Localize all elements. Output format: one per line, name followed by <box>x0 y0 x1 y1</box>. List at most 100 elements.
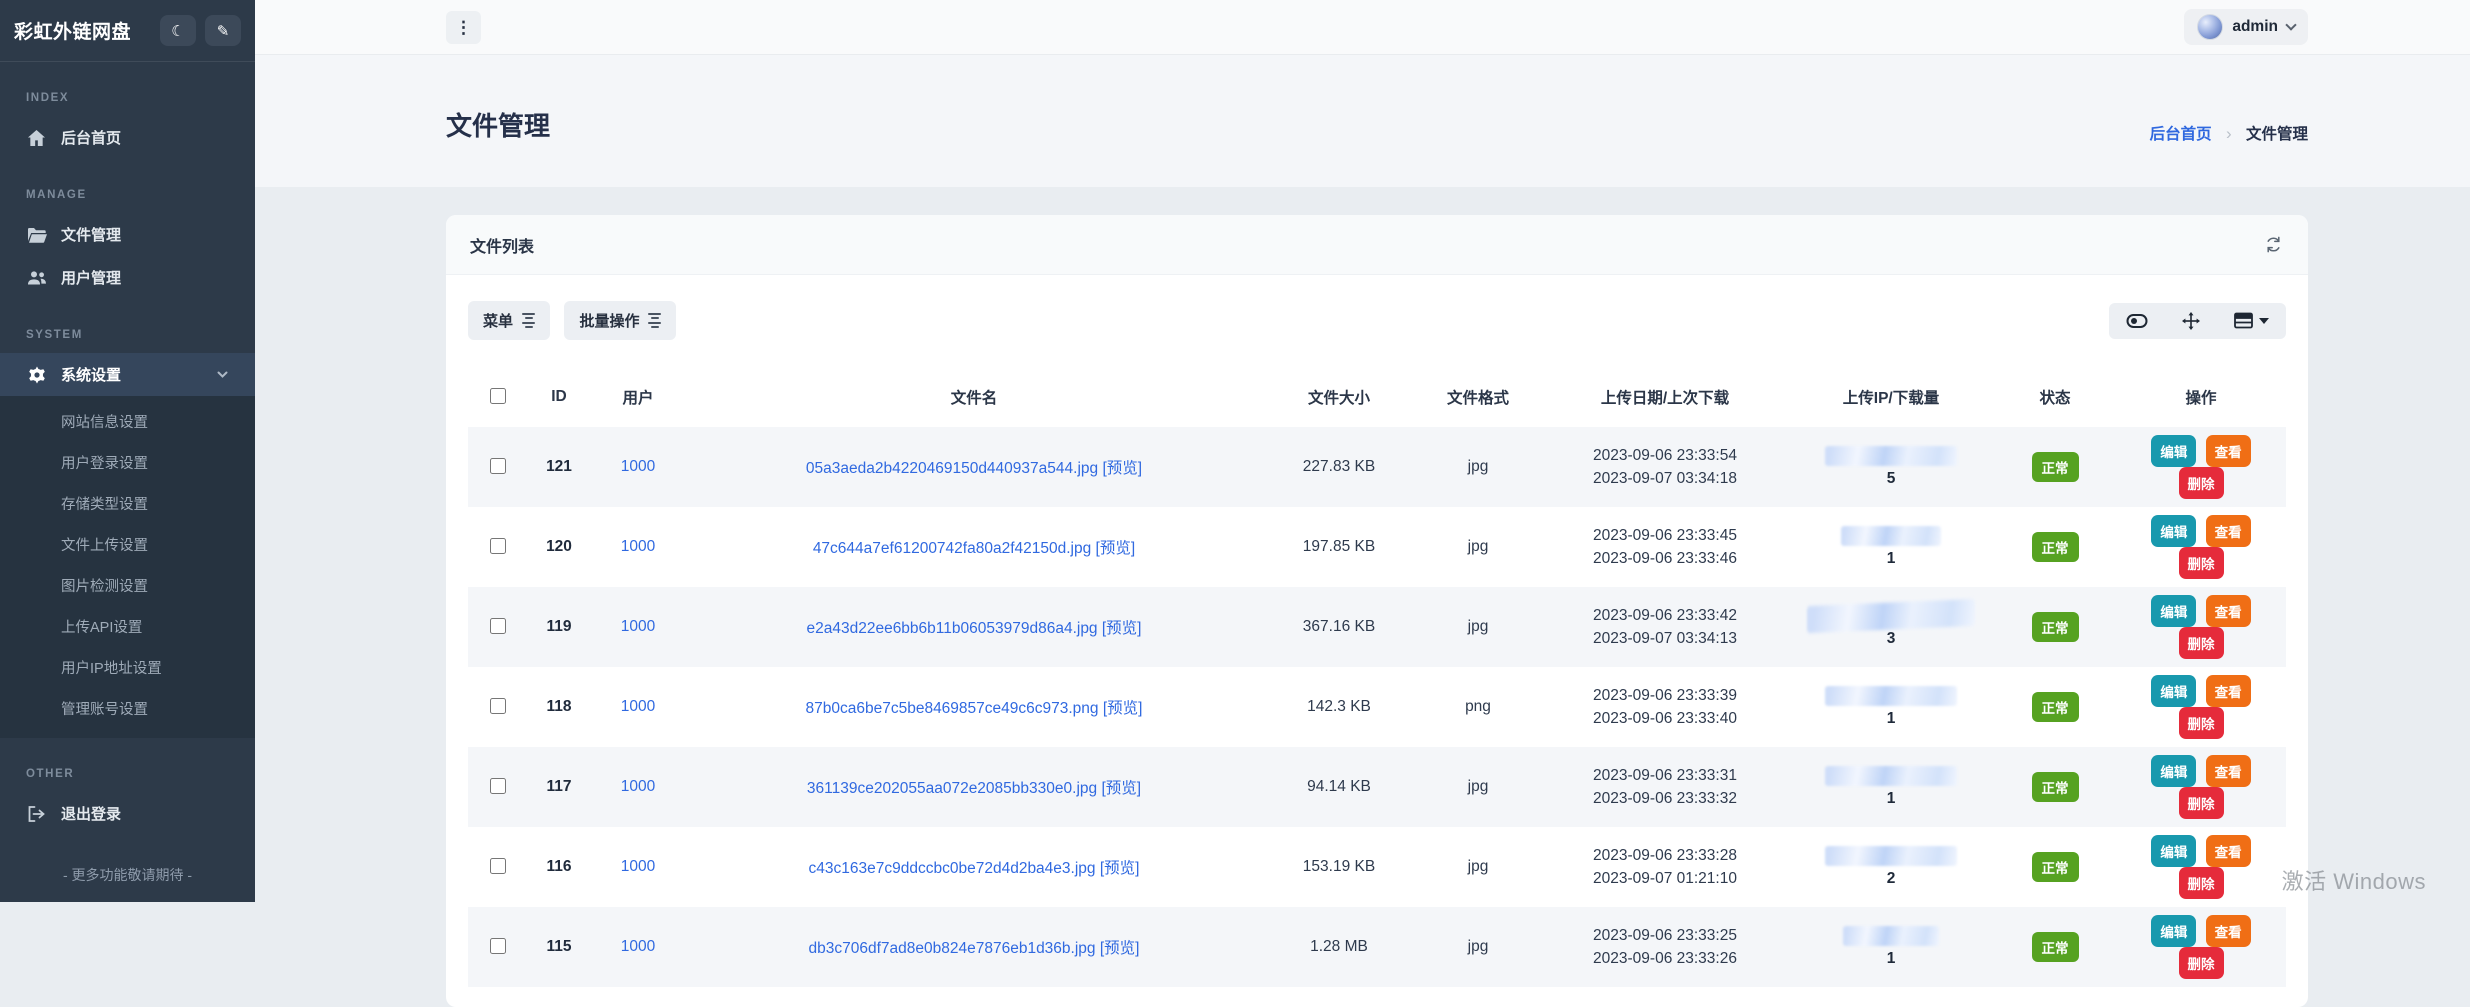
row-checkbox[interactable] <box>490 858 506 874</box>
file-link[interactable]: db3c706df7ad8e0b824e7876eb1d36b.jpg <box>809 940 1096 957</box>
view-button[interactable]: 查看 <box>2206 755 2251 787</box>
caret-down-icon <box>2259 318 2269 324</box>
row-checkbox[interactable] <box>490 538 506 554</box>
user-menu[interactable]: admin <box>2184 9 2308 45</box>
file-size: 367.16 KB <box>1264 587 1414 667</box>
edit-button[interactable]: 编辑 <box>2151 915 2196 947</box>
edit-button[interactable]: 编辑 <box>2151 755 2196 787</box>
user-link[interactable]: 1000 <box>621 698 655 715</box>
columns-dropdown-button[interactable] <box>2217 303 2286 338</box>
row-select-cell <box>468 907 526 987</box>
user-link[interactable]: 1000 <box>621 858 655 875</box>
edit-button[interactable]: 编辑 <box>2151 595 2196 627</box>
view-button[interactable]: 查看 <box>2206 595 2251 627</box>
delete-button[interactable]: 删除 <box>2179 947 2224 979</box>
preview-link[interactable]: [预览] <box>1096 540 1136 557</box>
sidebar-subitem-file-upload[interactable]: 文件上传设置 <box>0 524 255 565</box>
fullscreen-move-button[interactable] <box>2165 303 2217 339</box>
preview-link[interactable]: [预览] <box>1100 940 1140 957</box>
sidebar-item-file-manage[interactable]: 文件管理 <box>0 213 255 256</box>
sidebar-item-system-settings[interactable]: 系统设置 <box>0 353 255 396</box>
edit-button[interactable]: 编辑 <box>2151 675 2196 707</box>
breadcrumb-separator-icon: › <box>2226 124 2232 143</box>
sidebar-nav: INDEX后台首页MANAGE文件管理用户管理SYSTEM系统设置网站信息设置用… <box>0 62 255 835</box>
topbar-more-button[interactable]: ⋮ <box>446 11 481 44</box>
edit-button[interactable]: 编辑 <box>2151 435 2196 467</box>
ip-downloads-cell: 3 <box>1788 587 1994 667</box>
row-select-cell <box>468 827 526 907</box>
sidebar-subitem-upload-api[interactable]: 上传API设置 <box>0 606 255 647</box>
actions-cell: 编辑 查看 删除 <box>2116 427 2286 507</box>
view-button[interactable]: 查看 <box>2206 915 2251 947</box>
actions-cell: 编辑 查看 删除 <box>2116 587 2286 667</box>
file-size: 153.19 KB <box>1264 827 1414 907</box>
preview-link[interactable]: [预览] <box>1103 700 1143 717</box>
ip-downloads-cell: 1 <box>1788 907 1994 987</box>
sidebar-subitem-storage-type[interactable]: 存储类型设置 <box>0 483 255 524</box>
select-all-checkbox[interactable] <box>490 388 506 404</box>
theme-brush-button[interactable]: ✎ <box>205 15 241 46</box>
view-button[interactable]: 查看 <box>2206 515 2251 547</box>
user-link[interactable]: 1000 <box>621 538 655 555</box>
file-link[interactable]: 361139ce202055aa072e2085bb330e0.jpg <box>807 780 1097 797</box>
users-icon <box>26 270 47 286</box>
file-link[interactable]: 47c644a7ef61200742fa80a2f42150d.jpg <box>813 540 1091 557</box>
topbar: ⋮ admin <box>255 0 2470 55</box>
delete-button[interactable]: 删除 <box>2179 787 2224 819</box>
view-button[interactable]: 查看 <box>2206 675 2251 707</box>
file-format: jpg <box>1414 587 1542 667</box>
select-all-cell <box>468 370 526 427</box>
user-link[interactable]: 1000 <box>621 938 655 955</box>
sidebar-section-label: SYSTEM <box>0 299 255 353</box>
delete-button[interactable]: 删除 <box>2179 547 2224 579</box>
delete-button[interactable]: 删除 <box>2179 627 2224 659</box>
row-checkbox[interactable] <box>490 618 506 634</box>
file-id: 117 <box>526 747 592 827</box>
sidebar-subitem-admin-account[interactable]: 管理账号设置 <box>0 688 255 729</box>
delete-button[interactable]: 删除 <box>2179 867 2224 899</box>
row-checkbox[interactable] <box>490 458 506 474</box>
file-link[interactable]: 87b0ca6be7c5be8469857ce49c6c973.png <box>806 700 1099 717</box>
row-select-cell <box>468 667 526 747</box>
file-link[interactable]: 05a3aeda2b4220469150d440937a544.jpg <box>806 460 1098 477</box>
breadcrumb-home-link[interactable]: 后台首页 <box>2150 126 2212 143</box>
sidebar-item-home[interactable]: 后台首页 <box>0 116 255 159</box>
view-button[interactable]: 查看 <box>2206 435 2251 467</box>
file-link[interactable]: c43c163e7c9ddccbc0be72d4d2ba4e3.jpg <box>809 860 1096 877</box>
view-button[interactable]: 查看 <box>2206 835 2251 867</box>
batch-actions-button[interactable]: 批量操作 <box>564 301 676 340</box>
row-checkbox[interactable] <box>490 778 506 794</box>
download-count: 1 <box>1794 550 1988 568</box>
menu-button[interactable]: 菜单 <box>468 301 550 340</box>
sidebar-subitem-user-ip[interactable]: 用户IP地址设置 <box>0 647 255 688</box>
header-dates: 上传日期/上次下载 <box>1542 370 1788 427</box>
sidebar-subitem-image-check[interactable]: 图片检测设置 <box>0 565 255 606</box>
user-link[interactable]: 1000 <box>621 618 655 635</box>
preview-link[interactable]: [预览] <box>1100 860 1140 877</box>
preview-link[interactable]: [预览] <box>1101 780 1141 797</box>
status-badge: 正常 <box>2032 532 2079 562</box>
file-link[interactable]: e2a43d22ee6bb6b11b06053979d86a4.jpg <box>806 620 1097 637</box>
row-checkbox[interactable] <box>490 698 506 714</box>
preview-link[interactable]: [预览] <box>1102 620 1142 637</box>
row-checkbox[interactable] <box>490 938 506 954</box>
sidebar-subitem-user-login[interactable]: 用户登录设置 <box>0 442 255 483</box>
redacted-upload-ip <box>1843 926 1939 946</box>
toggle-view-button[interactable] <box>2109 304 2165 338</box>
sidebar-item-user-manage[interactable]: 用户管理 <box>0 256 255 299</box>
gear-icon <box>26 366 47 384</box>
actions-cell: 编辑 查看 删除 <box>2116 667 2286 747</box>
user-link[interactable]: 1000 <box>621 458 655 475</box>
table-header-row: ID 用户 文件名 文件大小 文件格式 上传日期/上次下载 上传IP/下载量 状… <box>468 370 2286 427</box>
sidebar-subitem-site-info[interactable]: 网站信息设置 <box>0 401 255 442</box>
dark-mode-button[interactable]: ☾ <box>160 15 196 46</box>
refresh-icon[interactable] <box>2263 234 2284 255</box>
sidebar-item-logout[interactable]: 退出登录 <box>0 792 255 835</box>
edit-button[interactable]: 编辑 <box>2151 835 2196 867</box>
delete-button[interactable]: 删除 <box>2179 467 2224 499</box>
table-row: 121 1000 05a3aeda2b4220469150d440937a544… <box>468 427 2286 507</box>
delete-button[interactable]: 删除 <box>2179 707 2224 739</box>
edit-button[interactable]: 编辑 <box>2151 515 2196 547</box>
preview-link[interactable]: [预览] <box>1102 460 1142 477</box>
user-link[interactable]: 1000 <box>621 778 655 795</box>
